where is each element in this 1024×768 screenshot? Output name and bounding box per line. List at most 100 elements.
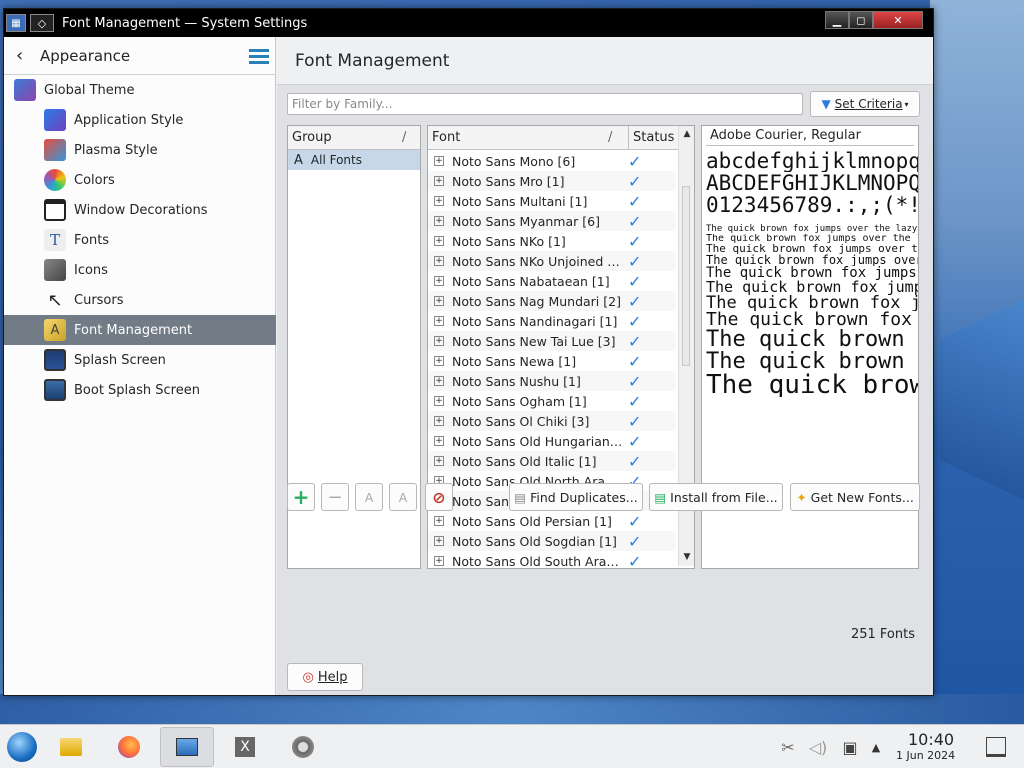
enabled-check-icon[interactable]: ✓ — [628, 512, 641, 531]
hamburger-menu-icon[interactable] — [249, 49, 269, 65]
enabled-check-icon[interactable]: ✓ — [628, 552, 641, 569]
font-list-item[interactable]: + Noto Sans Multani [1] ✓ — [428, 191, 676, 211]
expand-icon[interactable]: + — [434, 276, 444, 286]
firefox-icon[interactable] — [112, 731, 146, 763]
enabled-check-icon[interactable]: ✓ — [628, 152, 641, 171]
scroll-up-icon[interactable]: ▲ — [680, 127, 694, 141]
add-group-button[interactable]: + — [287, 483, 315, 511]
help-button[interactable]: ◎ Help — [287, 663, 363, 691]
font-list-item[interactable]: + Noto Sans Nabataean [1] ✓ — [428, 271, 676, 291]
sidebar-item-boot-splash-screen[interactable]: Boot Splash Screen — [4, 375, 276, 405]
maximize-button[interactable]: ◻ — [849, 11, 873, 29]
font-list-item[interactable]: + Noto Sans Myanmar [6] ✓ — [428, 211, 676, 231]
sidebar-item-font-management[interactable]: A Font Management — [4, 315, 276, 345]
font-list-item[interactable]: + Noto Sans Mro [1] ✓ — [428, 171, 676, 191]
enabled-check-icon[interactable]: ✓ — [628, 372, 641, 391]
sidebar-item-icons[interactable]: Icons — [4, 255, 276, 285]
enable-font-button[interactable]: A — [355, 483, 383, 511]
font-list-item[interactable]: + Noto Sans Ogham [1] ✓ — [428, 391, 676, 411]
expand-icon[interactable]: + — [434, 176, 444, 186]
enabled-check-icon[interactable]: ✓ — [628, 212, 641, 231]
font-list-item[interactable]: + Noto Sans Old South Arabi... ✓ — [428, 551, 676, 569]
sidebar-item-window-decorations[interactable]: Window Decorations — [4, 195, 276, 225]
delete-button[interactable]: ⊘ — [425, 483, 453, 511]
file-manager-icon[interactable] — [54, 731, 88, 763]
font-list-item[interactable]: + Noto Sans Ol Chiki [3] ✓ — [428, 411, 676, 431]
font-list-item[interactable]: + Noto Sans Newa [1] ✓ — [428, 351, 676, 371]
expand-icon[interactable]: + — [434, 416, 444, 426]
enabled-check-icon[interactable]: ✓ — [628, 192, 641, 211]
font-column-header[interactable]: Font — [432, 130, 608, 145]
app-icon[interactable]: ▦ — [6, 14, 26, 32]
font-list-item[interactable]: + Noto Sans Old Persian [1] ✓ — [428, 511, 676, 531]
expand-icon[interactable]: + — [434, 256, 444, 266]
sidebar-item-colors[interactable]: Colors — [4, 165, 276, 195]
font-list-item[interactable]: + Noto Sans Nandinagari [1] ✓ — [428, 311, 676, 331]
window-menu-icon[interactable]: ◇ — [30, 14, 54, 32]
clock-time[interactable]: 10:40 — [908, 730, 954, 749]
expand-icon[interactable]: + — [434, 536, 444, 546]
remove-group-button[interactable]: − — [321, 483, 349, 511]
minimize-button[interactable]: ▁ — [825, 11, 849, 29]
sidebar-item-splash-screen[interactable]: Splash Screen — [4, 345, 276, 375]
status-column-header[interactable]: Status — [628, 126, 674, 150]
font-list-item[interactable]: + Noto Sans Old Sogdian [1] ✓ — [428, 531, 676, 551]
filter-input[interactable]: Filter by Family... — [287, 93, 803, 115]
system-settings-task[interactable] — [160, 727, 214, 767]
expand-icon[interactable]: + — [434, 356, 444, 366]
enabled-check-icon[interactable]: ✓ — [628, 232, 641, 251]
clock-date[interactable]: 1 Jun 2024 — [896, 749, 955, 762]
input-method-icon[interactable]: ▣ — [838, 731, 862, 763]
expand-icon[interactable]: + — [434, 316, 444, 326]
expand-icon[interactable]: + — [434, 296, 444, 306]
font-list-item[interactable]: + Noto Sans Nag Mundari [2] ✓ — [428, 291, 676, 311]
sidebar-item-cursors[interactable]: ↖ Cursors — [4, 285, 276, 315]
font-list-item[interactable]: + Noto Sans Old Hungarian ... ✓ — [428, 431, 676, 451]
enabled-check-icon[interactable]: ✓ — [628, 392, 641, 411]
font-list-item[interactable]: + Noto Sans New Tai Lue [3] ✓ — [428, 331, 676, 351]
group-column-header[interactable]: Group / — [288, 126, 420, 150]
scrollbar-thumb[interactable] — [682, 186, 690, 366]
enabled-check-icon[interactable]: ✓ — [628, 452, 641, 471]
sidebar-item-fonts[interactable]: T Fonts — [4, 225, 276, 255]
expand-icon[interactable]: + — [434, 196, 444, 206]
enabled-check-icon[interactable]: ✓ — [628, 272, 641, 291]
enabled-check-icon[interactable]: ✓ — [628, 172, 641, 191]
expand-icon[interactable]: + — [434, 396, 444, 406]
volume-icon[interactable]: ◁) — [806, 731, 830, 763]
enabled-check-icon[interactable]: ✓ — [628, 332, 641, 351]
clipboard-icon[interactable]: ✂ — [776, 731, 800, 763]
start-menu-icon[interactable] — [4, 731, 40, 763]
enabled-check-icon[interactable]: ✓ — [628, 292, 641, 311]
font-list-item[interactable]: + Noto Sans Mono [6] ✓ — [428, 151, 676, 171]
back-arrow-icon[interactable]: ‹ — [16, 45, 36, 66]
expand-icon[interactable]: + — [434, 556, 444, 566]
sidebar-item-global-theme[interactable]: Global Theme — [4, 75, 276, 105]
set-criteria-button[interactable]: ▼ Set Criteria ▾ — [810, 91, 920, 117]
disable-font-button[interactable]: A — [389, 483, 417, 511]
sidebar-item-application-style[interactable]: Application Style — [4, 105, 276, 135]
enabled-check-icon[interactable]: ✓ — [628, 252, 641, 271]
close-button[interactable]: ✕ — [873, 11, 923, 29]
enabled-check-icon[interactable]: ✓ — [628, 412, 641, 431]
expand-icon[interactable]: + — [434, 436, 444, 446]
font-list-item[interactable]: + Noto Sans NKo [1] ✓ — [428, 231, 676, 251]
title-bar[interactable]: ▦ ◇ Font Management — System Settings ▁ … — [4, 9, 933, 37]
enabled-check-icon[interactable]: ✓ — [628, 432, 641, 451]
enabled-check-icon[interactable]: ✓ — [628, 532, 641, 551]
font-list-item[interactable]: + Noto Sans Nushu [1] ✓ — [428, 371, 676, 391]
install-from-file-button[interactable]: ▤ Install from File... — [649, 483, 783, 511]
font-list-item[interactable]: + Noto Sans Old Italic [1] ✓ — [428, 451, 676, 471]
expand-icon[interactable]: + — [434, 456, 444, 466]
show-desktop-icon[interactable] — [984, 731, 1008, 763]
tray-expand-icon[interactable]: ▲ — [866, 731, 886, 763]
expand-icon[interactable]: + — [434, 376, 444, 386]
scroll-down-icon[interactable]: ▼ — [680, 550, 694, 564]
expand-icon[interactable]: + — [434, 336, 444, 346]
enabled-check-icon[interactable]: ✓ — [628, 312, 641, 331]
font-list-item[interactable]: + Noto Sans NKo Unjoined [2] ✓ — [428, 251, 676, 271]
get-new-fonts-button[interactable]: ✦ Get New Fonts... — [790, 483, 920, 511]
expand-icon[interactable]: + — [434, 216, 444, 226]
x-app-icon[interactable]: X — [228, 731, 262, 763]
settings-gear-icon[interactable] — [286, 731, 320, 763]
